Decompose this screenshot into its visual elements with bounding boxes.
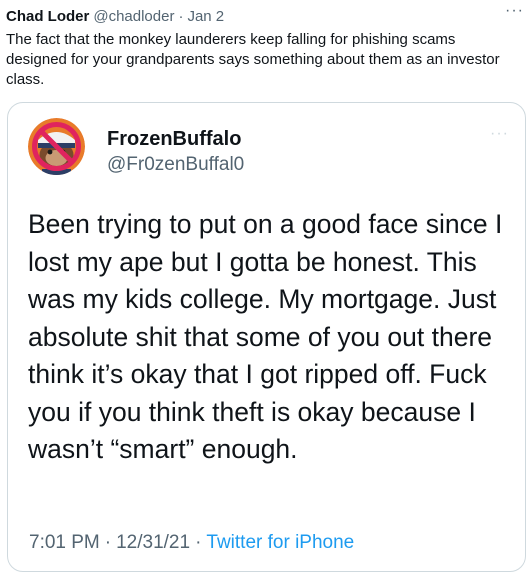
tweet-source-link[interactable]: Twitter for iPhone [206,532,354,553]
tweet-date[interactable]: Jan 2 [187,7,224,27]
meta-separator: · [104,532,112,553]
quoted-tweet-text: Been trying to put on a good face since … [28,209,503,464]
tweet-header: Chad Loder @chadloder · Jan 2 [6,7,520,27]
tweet: Chad Loder @chadloder · Jan 2 ··· The fa… [0,0,530,578]
quoted-author-name[interactable]: FrozenBuffalo [107,127,241,151]
header-separator: · [178,8,184,25]
quoted-tweet[interactable]: FrozenBuffalo @Fr0zenBuffal0 ··· Been tr… [7,102,526,572]
quoted-author-handle[interactable]: @Fr0zenBuffal0 [107,153,244,177]
quoted-tweet-meta: 7:01 PM · 12/31/21 · Twitter for iPhone [29,531,354,555]
more-horizontal-icon[interactable]: ··· [505,2,524,20]
quoted-more-horizontal-icon[interactable]: ··· [490,125,509,143]
author-name[interactable]: Chad Loder [6,7,89,27]
quoted-time[interactable]: 7:01 PM [29,532,100,553]
quoted-date[interactable]: 12/31/21 [116,532,190,553]
ape-avatar-icon[interactable] [28,118,85,175]
tweet-text: The fact that the monkey launderers keep… [6,31,500,88]
author-handle[interactable]: @chadloder [93,7,174,27]
meta-separator: · [195,532,202,553]
